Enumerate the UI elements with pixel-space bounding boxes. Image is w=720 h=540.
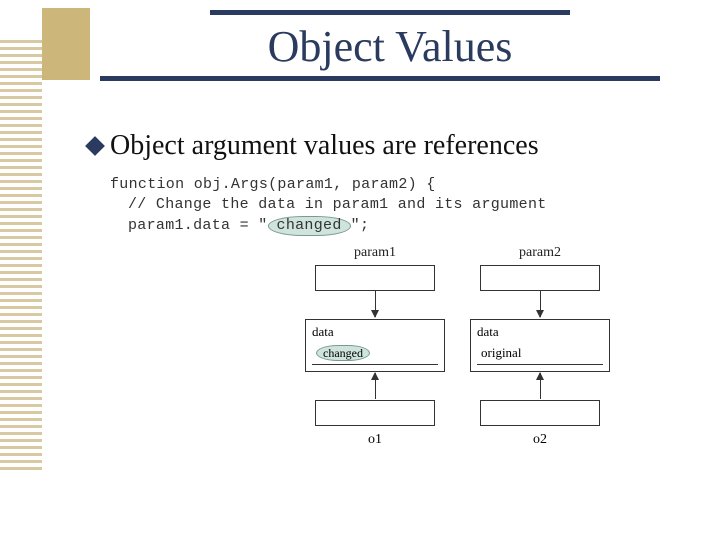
- accent-block: [42, 8, 90, 80]
- arrow-up-icon: [540, 373, 541, 399]
- field-value-text: original: [481, 345, 521, 361]
- data-field-value: changed: [312, 342, 438, 365]
- arrow-down-icon: [540, 291, 541, 317]
- bullet-text: Object argument values are references: [110, 130, 539, 162]
- arrow-down-icon: [375, 291, 376, 317]
- title-rule-top: [210, 10, 570, 15]
- o1-label: o1: [368, 432, 382, 448]
- bullet-row: Object argument values are references: [88, 130, 690, 162]
- reference-diagram: param1 data changed o1 param2 data origi…: [300, 245, 680, 505]
- code-line-2: // Change the data in param1 and its arg…: [110, 195, 547, 215]
- diagram-col-2: param2 data original o2: [465, 245, 615, 448]
- code-text: param1.data = "changed";: [110, 216, 369, 236]
- slide-title: Object Values: [90, 21, 690, 72]
- code-line-1: function obj.Args(param1, param2) {: [110, 175, 547, 195]
- code-line-3: param1.data = "changed";: [110, 216, 547, 236]
- code-text: // Change the data in param1 and its arg…: [110, 195, 547, 215]
- left-stripe-decor: [0, 40, 42, 470]
- diagram-col-1: param1 data changed o1: [300, 245, 450, 448]
- o2-box: [480, 400, 600, 426]
- diamond-bullet-icon: [85, 136, 105, 156]
- data-field-label: data: [477, 324, 603, 340]
- title-area: Object Values: [90, 10, 690, 81]
- arrow-up-icon: [375, 373, 376, 399]
- code-suffix: ";: [351, 217, 370, 234]
- title-rule-bottom: [100, 76, 660, 81]
- highlight-oval: changed: [316, 345, 370, 361]
- data-field-label: data: [312, 324, 438, 340]
- o2-label: o2: [533, 432, 547, 448]
- object2-box: data original: [470, 319, 610, 372]
- param1-label: param1: [354, 245, 396, 261]
- param2-box: [480, 265, 600, 291]
- o1-box: [315, 400, 435, 426]
- code-block: function obj.Args(param1, param2) { // C…: [110, 175, 547, 236]
- highlight-oval: changed: [268, 216, 351, 236]
- code-text: function obj.Args(param1, param2) {: [110, 176, 436, 193]
- code-prefix: param1.data = ": [128, 217, 268, 234]
- object1-box: data changed: [305, 319, 445, 372]
- param2-label: param2: [519, 245, 561, 261]
- data-field-value: original: [477, 342, 603, 365]
- param1-box: [315, 265, 435, 291]
